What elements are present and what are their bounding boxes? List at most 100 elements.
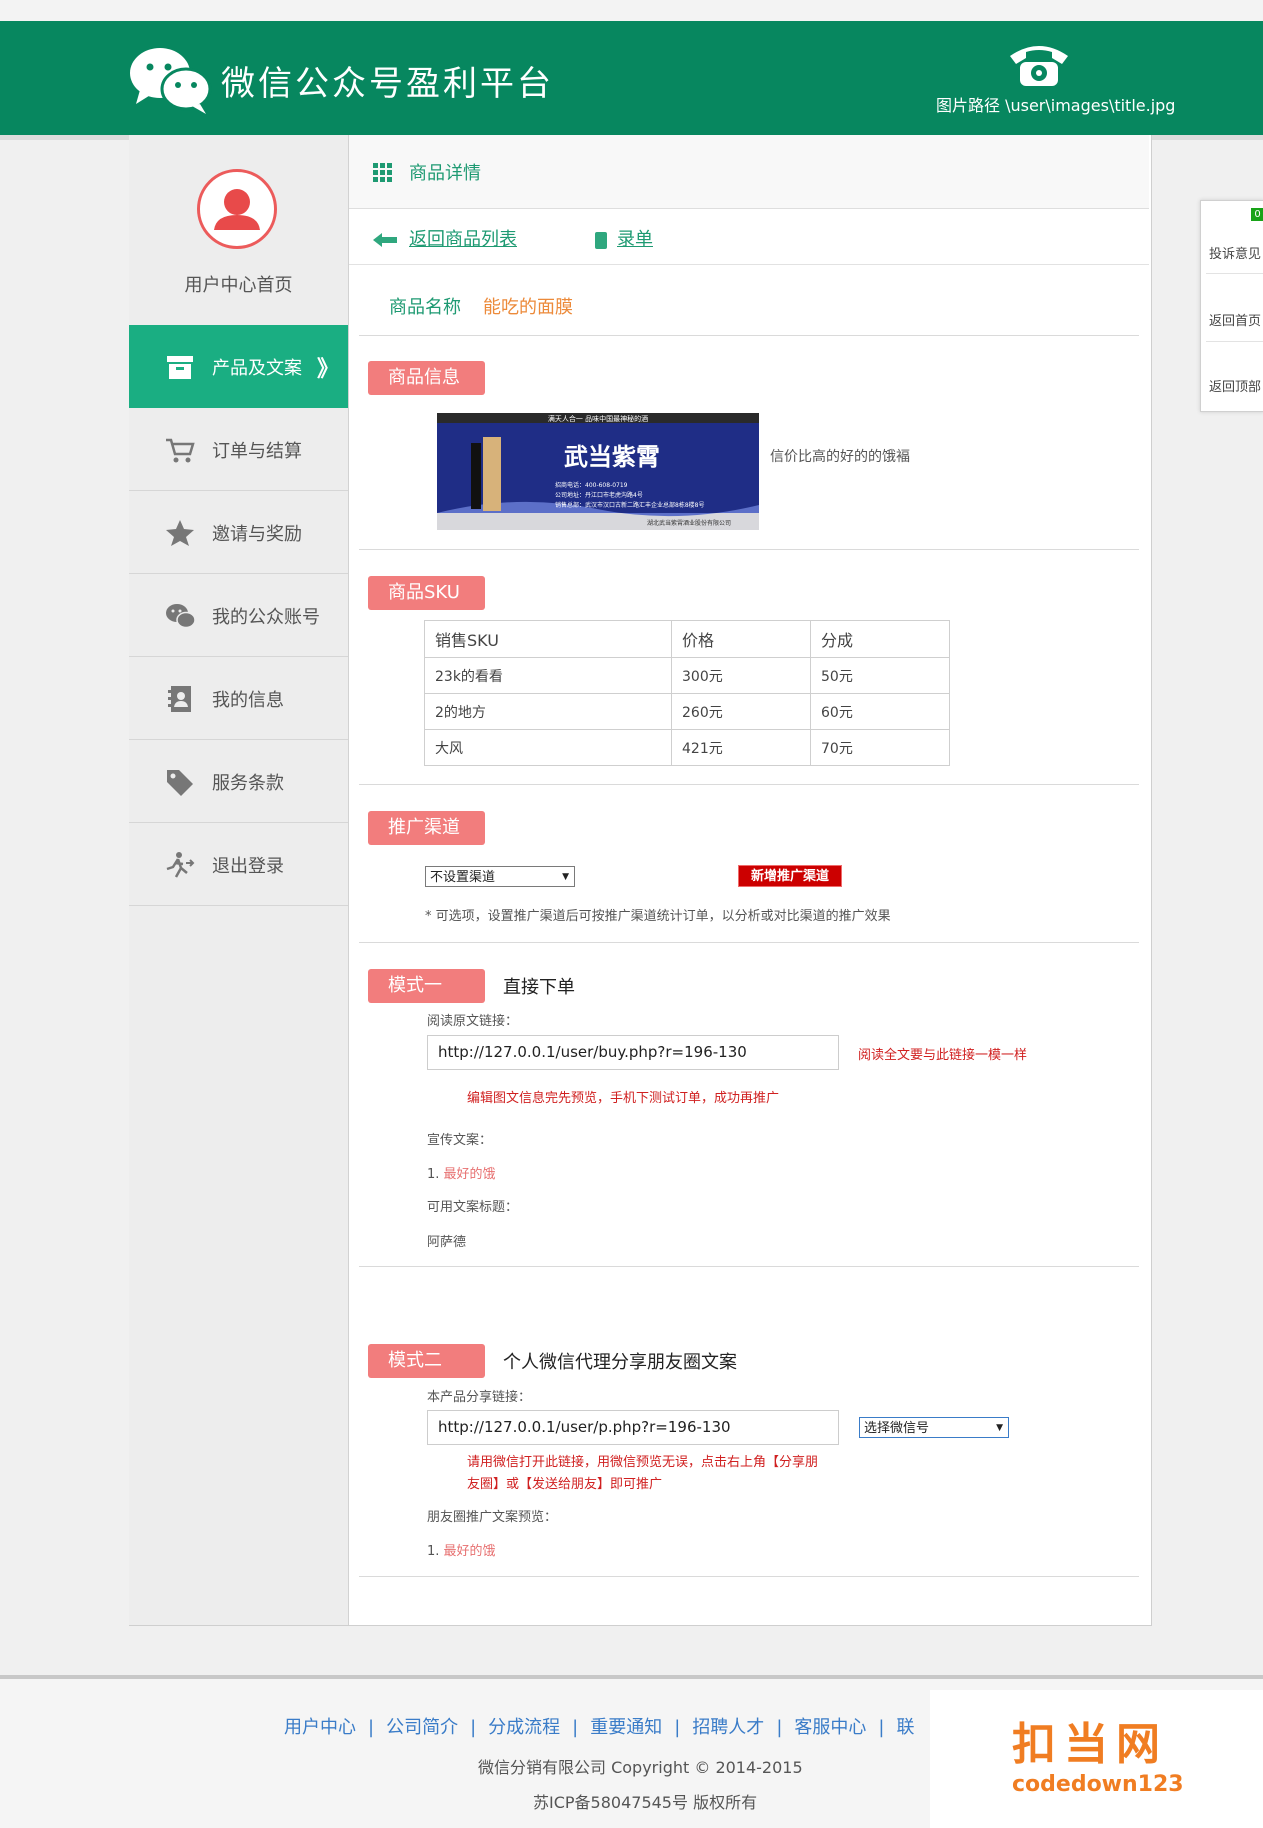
list-item-text: 最好的饿 — [443, 1167, 496, 1182]
product-name-row: 商品名称 能吃的面膜 — [389, 293, 573, 319]
back-to-top-link[interactable]: 返回顶部 — [1209, 376, 1261, 395]
table-cell: 260元 — [671, 693, 811, 730]
mode2-link-field[interactable]: http://127.0.0.1/user/p.php?r=196-130 — [427, 1410, 839, 1445]
avatar[interactable] — [197, 169, 277, 249]
top-strip — [0, 0, 1263, 21]
image-line3: 销售总部：武汉市汉口古新二路汇丰企业总部8栋8楼8号 — [555, 501, 704, 509]
channel-select[interactable]: 不设置渠道 ▼ — [425, 866, 575, 887]
watermark: 扣当网 codedown123 — [930, 1690, 1263, 1828]
sidebar-item-products[interactable]: 产品及文案 》 — [129, 325, 348, 408]
sidebar-item-myinfo[interactable]: 我的信息 — [129, 657, 348, 740]
footer-separator: | — [878, 1717, 885, 1738]
star-icon — [166, 520, 194, 546]
table-cell: 60元 — [810, 693, 950, 730]
wechat-icon — [166, 604, 195, 629]
page-title-bar: 商品详情 — [349, 135, 1149, 209]
add-channel-button[interactable]: 新增推广渠道 — [738, 865, 842, 887]
main-content: 商品详情 返回商品列表 录单 商品名称 能吃的面膜 商品信息 满天人合一 品味中国… — [349, 135, 1149, 1625]
mode2-note-line1: 请用微信打开此链接，用微信预览无误，点击右上角【分享朋 — [467, 1455, 819, 1470]
divider — [359, 1576, 1139, 1577]
sidebar-item-label: 退出登录 — [212, 856, 284, 877]
back-home-link[interactable]: 返回首页 — [1209, 310, 1261, 329]
table-cell: 50元 — [810, 657, 950, 694]
footer-nav: 用户中心 | 公司简介 | 分成流程 | 重要通知 | 招聘人才 | 客服中心 | 联 — [284, 1713, 914, 1739]
product-image: 满天人合一 品味中国最神秘的酒 武当紫霄 招商电话：400-608-0719 公… — [437, 413, 759, 530]
list-number: 1. — [427, 1167, 440, 1182]
mode1-title-value: 阿萨德 — [427, 1235, 467, 1250]
sidebar-home-link[interactable]: 用户中心首页 — [129, 271, 348, 297]
footer-copyright: 微信分销有限公司 Copyright © 2014-2015 — [478, 1758, 803, 1777]
user-icon — [214, 189, 260, 230]
mode2-note-line2: 友圈】或【发送给朋友】即可推广 — [467, 1477, 663, 1492]
divider — [359, 1266, 1139, 1267]
sidebar-item-label: 邀请与奖励 — [212, 524, 302, 545]
mode1-side-note: 阅读全文要与此链接一模一样 — [858, 1048, 1028, 1063]
image-line1: 招商电话：400-608-0719 — [555, 481, 628, 489]
wechat-account-select[interactable]: 选择微信号 ▼ — [859, 1417, 1009, 1438]
box-icon — [167, 356, 193, 379]
sidebar-item-label: 我的信息 — [212, 690, 284, 711]
sidebar-item-label: 服务条款 — [212, 773, 284, 794]
footer-link-service[interactable]: 客服中心 — [794, 1717, 866, 1738]
phone-icon — [1010, 46, 1068, 86]
complaint-link[interactable]: 投诉意见 — [1209, 243, 1261, 262]
footer-separator: | — [572, 1717, 579, 1738]
mode1-tag: 模式一 — [368, 969, 485, 1003]
footer-link-process[interactable]: 分成流程 — [488, 1717, 560, 1738]
grid-icon — [373, 163, 392, 182]
table-cell: 23k的看看 — [424, 657, 672, 694]
sidebar: 用户中心首页 产品及文案 》 订单与结算 邀请与奖励 我的公众账号 我的信息 服… — [129, 135, 349, 1625]
footer-separator: | — [470, 1717, 477, 1738]
footer-link-contact[interactable]: 联 — [896, 1717, 914, 1738]
divider — [359, 549, 1139, 550]
chevron-right-icon: 》 — [317, 357, 340, 382]
sidebar-item-logout[interactable]: 退出登录 — [129, 823, 348, 906]
cart-icon — [166, 438, 195, 463]
mode1-link-label: 阅读原文链接： — [427, 1014, 519, 1029]
mode2-preview-label: 朋友圈推广文案预览： — [427, 1510, 558, 1525]
table-row: 大风 421元 70元 — [424, 729, 950, 766]
dropdown-arrow-icon: ▼ — [996, 1423, 1003, 1433]
record-order-link[interactable]: 录单 — [595, 225, 653, 251]
divider — [1206, 341, 1263, 342]
image-footer-text: 湖北武当紫霄酒业股份有限公司 — [647, 519, 731, 527]
page-title: 商品详情 — [409, 163, 481, 184]
footer-link-about[interactable]: 公司简介 — [386, 1717, 458, 1738]
sidebar-item-accounts[interactable]: 我的公众账号 — [129, 574, 348, 657]
image-line2: 公司地址：丹江口市老虎沟路4号 — [555, 491, 643, 499]
table-header-row: 销售SKU 价格 分成 — [424, 620, 950, 658]
sidebar-item-label: 产品及文案 — [212, 358, 302, 379]
arrow-left-icon — [373, 233, 397, 247]
image-path-text: 图片路径 \user\images\title.jpg — [936, 96, 1176, 115]
mode2-link-label: 本产品分享链接： — [427, 1390, 532, 1405]
sidebar-item-terms[interactable]: 服务条款 — [129, 740, 348, 823]
footer-link-jobs[interactable]: 招聘人才 — [692, 1717, 764, 1738]
sidebar-item-invite[interactable]: 邀请与奖励 — [129, 491, 348, 574]
back-to-list-link[interactable]: 返回商品列表 — [373, 225, 517, 251]
sidebar-item-label: 我的公众账号 — [212, 607, 320, 628]
column-header: 销售SKU — [424, 620, 672, 658]
mode1-copy-label: 宣传文案： — [427, 1133, 493, 1148]
table-cell: 2的地方 — [424, 693, 672, 730]
watermark-title: 扣当网 — [1012, 1719, 1168, 1770]
table-cell: 421元 — [671, 729, 811, 766]
mode2-title: 个人微信代理分享朋友圈文案 — [503, 1352, 737, 1373]
mode1-title: 直接下单 — [503, 977, 575, 998]
watermark-subtitle: codedown123 — [1012, 1772, 1184, 1797]
product-info-tag: 商品信息 — [368, 361, 485, 395]
channel-select-value: 不设置渠道 — [430, 870, 496, 885]
table-row: 23k的看看 300元 50元 — [424, 657, 950, 694]
footer-separator: | — [776, 1717, 783, 1738]
divider — [1206, 273, 1263, 274]
footer-link-notice[interactable]: 重要通知 — [590, 1717, 662, 1738]
image-top-text: 满天人合一 品味中国最神秘的酒 — [548, 414, 648, 423]
table-cell: 300元 — [671, 657, 811, 694]
mode1-link-field[interactable]: http://127.0.0.1/user/buy.php?r=196-130 — [427, 1035, 839, 1070]
channel-hint: * 可选项，设置推广渠道后可按推广渠道统计订单，以分析或对比渠道的推广效果 — [425, 909, 891, 924]
sidebar-item-orders[interactable]: 订单与结算 — [129, 408, 348, 491]
table-cell: 70元 — [810, 729, 950, 766]
floating-panel: 0 投诉意见 返回首页 返回顶部 — [1200, 200, 1263, 412]
footer-link-user-center[interactable]: 用户中心 — [284, 1717, 356, 1738]
divider — [359, 942, 1139, 943]
dropdown-arrow-icon: ▼ — [562, 872, 569, 882]
